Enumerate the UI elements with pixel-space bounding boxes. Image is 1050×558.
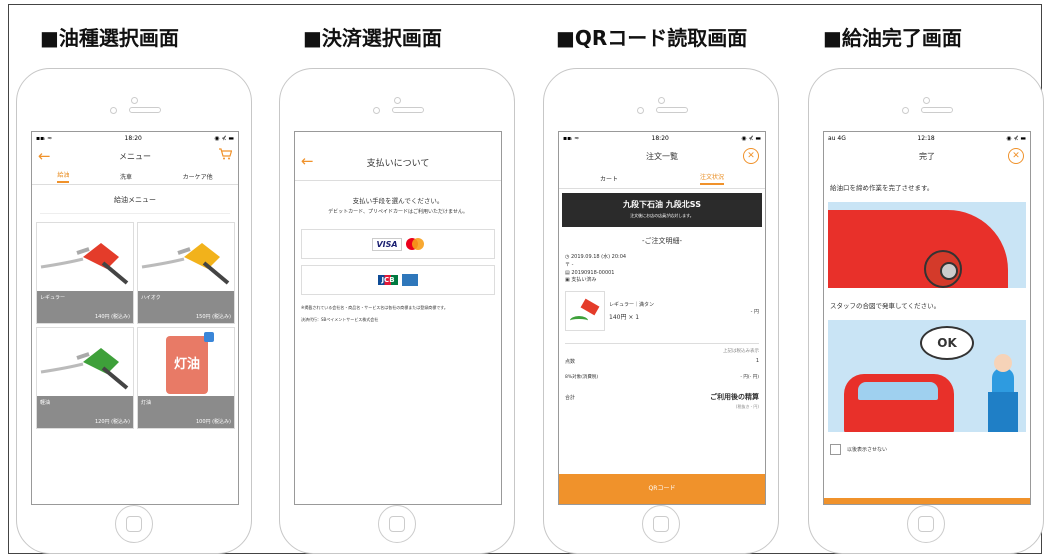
fuel-tile-regular[interactable]: レギュラー 140円 (税込み): [36, 222, 134, 324]
section-title: 給油メニュー: [40, 185, 230, 214]
page-title: 注文一覧: [646, 151, 678, 161]
phone-fuel-select: ▪▪ᵢ ≈18:20 ◉ ⊀ ▬ ← メニュー 給油 洗車 カーケア他 給油メニュ…: [16, 68, 252, 554]
close-icon[interactable]: ✕: [743, 148, 759, 164]
status-bar: au 4G 12:18 ◉ ⊀ ▬: [828, 134, 1026, 142]
status-bar: ▪▪ᵢ ≈18:20 ◉ ⊀ ▬: [563, 134, 761, 142]
jcb-amex-option[interactable]: JCB: [301, 265, 495, 295]
heading-payment-select: ■決済選択画面: [303, 26, 442, 50]
screen-payment-select: ← 支払いについて 支払い手段を選んでください。 デビットカード、プリペイドカー…: [294, 131, 502, 505]
fuel-nozzle-icon: [40, 348, 129, 390]
tab-cart[interactable]: カート: [600, 174, 618, 183]
credit-card-option[interactable]: VISA: [301, 229, 495, 259]
visa-logo: VISA: [372, 237, 402, 251]
jcb-logo: JCB: [378, 275, 398, 285]
home-button[interactable]: [907, 505, 945, 543]
amex-logo: [401, 274, 418, 286]
phone-qr-read: ▪▪ᵢ ≈18:20 ◉ ⊀ ▬ 注文一覧 ✕ カート 注文状況 九段下石油 九段…: [543, 68, 779, 554]
fuel-cap-illustration: [828, 202, 1026, 288]
kerosene-can-icon: 灯油: [166, 336, 208, 394]
fuel-tile-diesel[interactable]: 軽油 120円 (税込み): [36, 327, 134, 429]
home-button[interactable]: [115, 505, 153, 543]
home-button[interactable]: [378, 505, 416, 543]
category-tabs: 給油 洗車 カーケア他: [32, 168, 238, 185]
instruction-text: 支払い手段を選んでください。: [352, 197, 444, 205]
order-meta: ◷ 2019.09.18 (水) 20:04 〒 - ▤ 20190918-00…: [565, 254, 627, 284]
details-title: -ご注文明細-: [641, 237, 683, 245]
instruction-text-2: スタッフの合図で発車してください。: [830, 302, 941, 310]
page-title: 支払いについて: [366, 158, 430, 169]
page-title: 完了: [919, 151, 935, 161]
screen-complete: au 4G 12:18 ◉ ⊀ ▬ 完了 ✕ 給油口を締め作業を完了させます。 スタ…: [823, 131, 1031, 505]
status-bar: ▪▪ᵢ ≈18:20 ◉ ⊀ ▬: [36, 134, 234, 142]
heading-complete: ■給油完了画面: [823, 26, 962, 50]
payment-agent-note: 決済代行：SBペイメントサービス株式会社: [301, 317, 379, 322]
back-arrow-icon[interactable]: ←: [301, 152, 314, 170]
order-tabs: カート 注文状況: [559, 168, 765, 189]
fuel-nozzle-icon: [40, 243, 129, 285]
home-button[interactable]: [642, 505, 680, 543]
qr-code-button[interactable]: QRコード: [559, 474, 765, 504]
tab-carcare[interactable]: カーケア他: [183, 172, 213, 181]
fuel-tile-highoctane[interactable]: ハイオク 150円 (税込み): [137, 222, 235, 324]
back-arrow-icon[interactable]: ←: [38, 147, 51, 165]
heading-fuel-select: ■油種選択画面: [40, 26, 179, 50]
dont-show-again-label: 以後表示させない: [847, 447, 888, 453]
shop-banner: 九段下石油 九段北SS 注文後にお店の店員が応対します。: [562, 193, 762, 227]
cart-icon[interactable]: [218, 148, 233, 162]
mastercard-logo: [405, 238, 424, 250]
instruction-subtext: デビットカード、プリペイドカードはご利用いただけません。: [328, 209, 468, 215]
fuel-tile-kerosene[interactable]: 灯油 灯油 100円 (税込み): [137, 327, 235, 429]
dont-show-again-checkbox[interactable]: [830, 444, 841, 455]
screen-fuel-select: ▪▪ᵢ ≈18:20 ◉ ⊀ ▬ ← メニュー 給油 洗車 カーケア他 給油メニュ…: [31, 131, 239, 505]
instruction-text-1: 給油口を締め作業を完了させます。: [830, 184, 934, 192]
phone-complete: au 4G 12:18 ◉ ⊀ ▬ 完了 ✕ 給油口を締め作業を完了させます。 スタ…: [808, 68, 1044, 554]
screen-qr-read: ▪▪ᵢ ≈18:20 ◉ ⊀ ▬ 注文一覧 ✕ カート 注文状況 九段下石油 九段…: [558, 131, 766, 505]
tab-carwash[interactable]: 洗車: [120, 172, 132, 181]
order-item: レギュラー｜満タン 140円 × 1 - 円: [559, 285, 765, 331]
bottom-action-bar[interactable]: [824, 498, 1030, 504]
regular-nozzle-icon: [565, 291, 605, 331]
tab-order-status[interactable]: 注文状況: [699, 172, 724, 185]
heading-qr-read: ■QRコード読取画面: [556, 26, 748, 50]
staff-ok-illustration: OK: [828, 320, 1026, 432]
ok-speech-bubble: OK: [920, 326, 974, 360]
close-icon[interactable]: ✕: [1008, 148, 1024, 164]
tab-refuel[interactable]: 給油: [57, 170, 70, 183]
page-title: メニュー: [119, 151, 151, 161]
phone-payment-select: ← 支払いについて 支払い手段を選んでください。 デビットカード、プリペイドカー…: [279, 68, 515, 554]
trademark-note: ※掲載されている会社名・商品名・サービス名は各社の商標または登録商標です。: [301, 305, 448, 310]
fuel-grid: レギュラー 140円 (税込み) ハイオク 150円 (税込み) 軽油 120円 (税…: [32, 222, 238, 429]
fuel-nozzle-icon: [141, 243, 230, 285]
